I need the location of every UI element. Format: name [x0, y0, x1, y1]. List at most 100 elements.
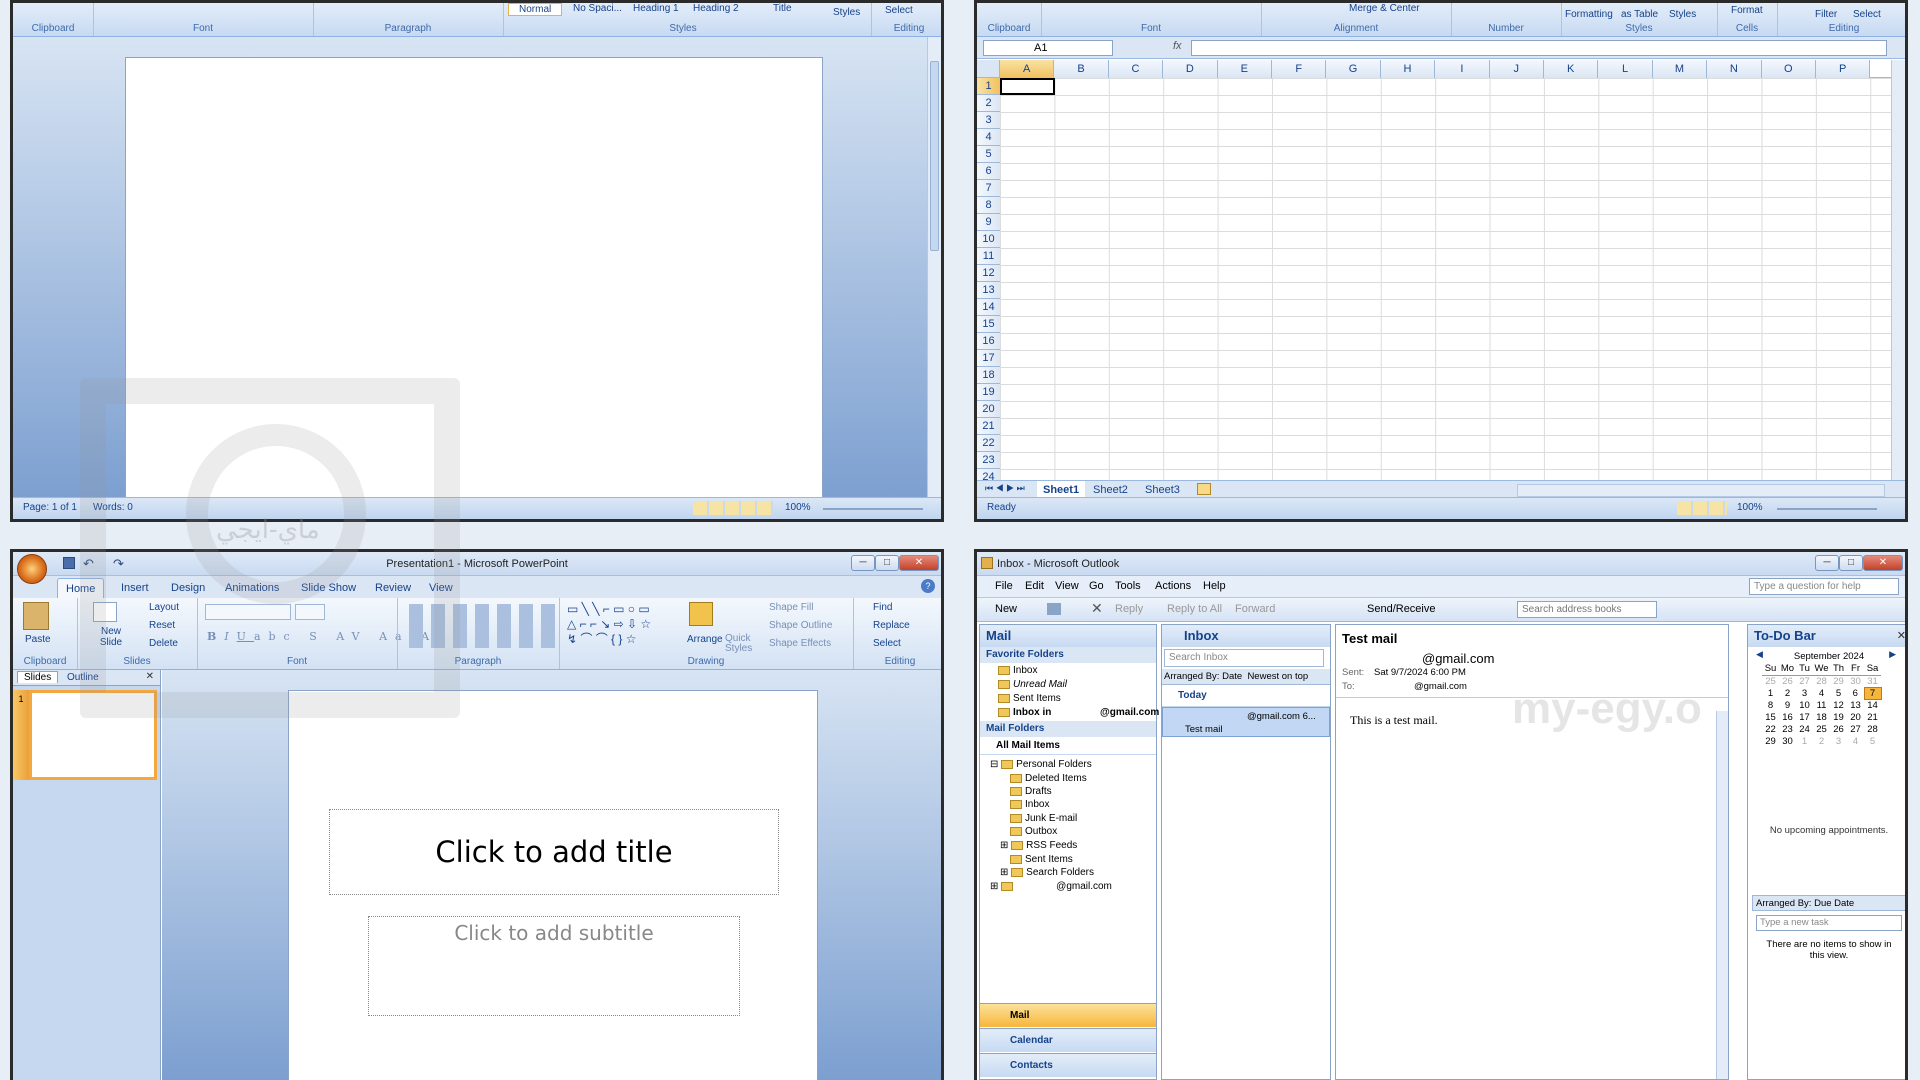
replace-button[interactable]: Replace — [873, 620, 910, 631]
reading-scrollbar[interactable] — [1716, 711, 1728, 1079]
word-view-buttons[interactable] — [693, 501, 773, 515]
calendar-day[interactable]: 31 — [1864, 675, 1881, 687]
tab-review[interactable]: Review — [367, 578, 419, 598]
calendar-day[interactable]: 7 — [1863, 686, 1882, 700]
excel-cell-styles-button[interactable]: Styles — [1669, 9, 1696, 20]
row-header[interactable]: 18 — [977, 367, 1000, 384]
layout-button[interactable]: Layout — [149, 602, 179, 613]
account-folder[interactable]: ⊞ @gmail.com — [990, 881, 1112, 892]
new-button[interactable]: New — [995, 603, 1017, 615]
reading-to[interactable]: @gmail.com — [1414, 681, 1467, 692]
row-header[interactable]: 17 — [977, 350, 1000, 367]
word-vscrollbar[interactable] — [927, 37, 941, 501]
calendar-day[interactable]: 1 — [1796, 735, 1813, 747]
folder-outbox[interactable]: Outbox — [1010, 826, 1057, 837]
row-header[interactable]: 15 — [977, 316, 1000, 333]
row-header[interactable]: 8 — [977, 197, 1000, 214]
calendar-day[interactable]: 26 — [1830, 723, 1847, 735]
shape-fill-button[interactable]: Shape Fill — [769, 602, 813, 613]
minimize-icon[interactable]: ─ — [851, 555, 875, 571]
sheet-nav-icon[interactable]: ⏮ ◀ ▶ ⏭ — [985, 483, 1025, 494]
font-name-box[interactable] — [205, 604, 291, 620]
panel-close-icon[interactable]: ✕ — [146, 671, 154, 682]
folder-inbox[interactable]: Inbox — [1010, 799, 1049, 810]
word-style-nospacing[interactable]: No Spaci... — [573, 3, 622, 14]
row-header[interactable]: 13 — [977, 282, 1000, 299]
column-header[interactable]: N — [1707, 60, 1762, 78]
folder-rss[interactable]: ⊞ RSS Feeds — [1000, 840, 1077, 851]
calendar-day[interactable]: 2 — [1813, 735, 1830, 747]
excel-select-all[interactable] — [977, 60, 1000, 78]
calendar-day[interactable]: 30 — [1847, 675, 1864, 687]
folder-junk[interactable]: Junk E-mail — [1010, 813, 1077, 824]
fav-sent[interactable]: Sent Items — [998, 693, 1061, 704]
calendar-day[interactable]: 19 — [1830, 711, 1847, 723]
row-header[interactable]: 23 — [977, 452, 1000, 469]
calendar-day[interactable]: 27 — [1847, 723, 1864, 735]
menu-go[interactable]: Go — [1089, 580, 1104, 592]
row-header[interactable]: 4 — [977, 129, 1000, 146]
arranged-by-header[interactable]: Arranged By: Date Newest on top — [1162, 669, 1330, 685]
word-page[interactable] — [125, 57, 823, 507]
menu-tools[interactable]: Tools — [1115, 580, 1141, 592]
mail-folders-header[interactable]: Mail Folders — [980, 721, 1156, 737]
calendar-day[interactable]: 3 — [1830, 735, 1847, 747]
tab-design[interactable]: Design — [163, 578, 213, 598]
delete-icon[interactable]: ✕ — [1091, 600, 1103, 617]
close-icon[interactable]: ✕ — [899, 555, 939, 571]
row-header[interactable]: 3 — [977, 112, 1000, 129]
maximize-icon[interactable]: □ — [875, 555, 899, 571]
calendar-prev-icon[interactable]: ◀ — [1756, 649, 1763, 660]
column-header[interactable]: A — [1000, 60, 1055, 78]
menu-view[interactable]: View — [1055, 580, 1079, 592]
panel-tab-outline[interactable]: Outline — [67, 672, 99, 683]
fav-inbox-account[interactable]: Inbox in — [998, 707, 1051, 718]
new-slide-button[interactable]: New Slide — [97, 626, 125, 648]
calendar-day[interactable]: 5 — [1830, 687, 1847, 699]
inbox-search-input[interactable]: Search Inbox — [1164, 649, 1324, 667]
reset-button[interactable]: Reset — [149, 620, 175, 631]
calendar-day[interactable]: 6 — [1847, 687, 1864, 699]
reading-from[interactable]: @gmail.com — [1422, 651, 1494, 666]
minimize-icon[interactable]: ─ — [1815, 555, 1839, 571]
calendar-next-icon[interactable]: ▶ — [1889, 649, 1896, 660]
maximize-icon[interactable]: □ — [1839, 555, 1863, 571]
find-button[interactable]: Find — [873, 602, 892, 613]
calendar-day[interactable]: 2 — [1779, 687, 1796, 699]
calendar-day[interactable]: 30 — [1779, 735, 1796, 747]
calendar-day[interactable]: 17 — [1796, 711, 1813, 723]
calendar-day[interactable]: 20 — [1847, 711, 1864, 723]
shape-outline-button[interactable]: Shape Outline — [769, 620, 832, 631]
calendar-day[interactable]: 10 — [1796, 699, 1813, 711]
column-header[interactable]: L — [1598, 60, 1653, 78]
column-header[interactable]: F — [1272, 60, 1327, 78]
column-header[interactable]: O — [1761, 60, 1816, 78]
nav-bottom-mail[interactable]: Mail — [980, 1003, 1156, 1027]
excel-zoom-level[interactable]: 100% — [1737, 502, 1763, 513]
forward-button[interactable]: Forward — [1235, 603, 1275, 615]
tab-home[interactable]: Home — [57, 578, 105, 598]
word-scroll-thumb[interactable] — [930, 61, 939, 251]
select-button[interactable]: Select — [873, 638, 901, 649]
row-header[interactable]: 22 — [977, 435, 1000, 452]
favorite-folders-header[interactable]: Favorite Folders — [980, 647, 1156, 663]
tab-view[interactable]: View — [421, 578, 461, 598]
column-header[interactable]: J — [1489, 60, 1544, 78]
word-styles-button[interactable]: Styles — [833, 7, 860, 18]
calendar-day[interactable]: 26 — [1779, 675, 1796, 687]
nav-bottom-contacts[interactable]: Contacts — [980, 1053, 1156, 1077]
personal-folders[interactable]: ⊟ Personal Folders — [990, 759, 1092, 770]
column-header[interactable]: B — [1054, 60, 1109, 78]
column-header[interactable]: P — [1816, 60, 1871, 78]
row-header[interactable]: 16 — [977, 333, 1000, 350]
nav-bottom-calendar[interactable]: Calendar — [980, 1028, 1156, 1052]
calendar-day[interactable]: 29 — [1762, 735, 1779, 747]
excel-select-button[interactable]: Select — [1853, 9, 1881, 20]
calendar-day[interactable]: 16 — [1779, 711, 1796, 723]
redo-icon[interactable]: ↷ — [113, 552, 124, 576]
row-header[interactable]: 1 — [977, 78, 1000, 95]
calendar-day[interactable]: 24 — [1796, 723, 1813, 735]
row-header[interactable]: 10 — [977, 231, 1000, 248]
calendar-day[interactable]: 28 — [1864, 723, 1881, 735]
row-header[interactable]: 7 — [977, 180, 1000, 197]
